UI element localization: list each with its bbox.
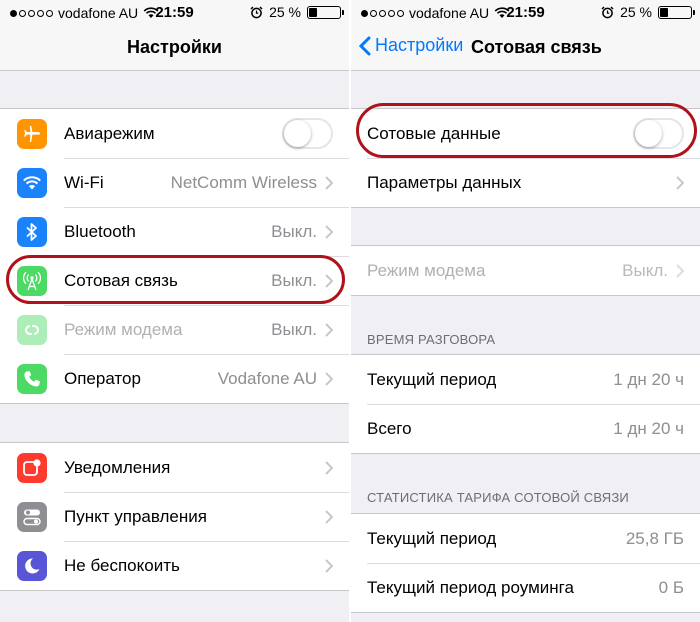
cellular-data-label: Сотовые данные (367, 123, 501, 143)
chevron-right-icon (676, 175, 684, 190)
chevron-right-icon (325, 175, 333, 190)
moon-icon (17, 550, 47, 581)
airplane-icon (17, 118, 47, 149)
page-title: Сотовая связь (471, 37, 602, 57)
stats-current-label: Текущий период (367, 528, 497, 548)
chevron-right-icon (325, 558, 333, 573)
wifi-row[interactable]: Wi-Fi NetComm Wireless (0, 158, 349, 207)
hotspot-row: Режим модема Выкл. (351, 246, 700, 295)
total-value: 1 дн 20 ч (613, 418, 684, 438)
stats-header: СТАТИСТИКА ТАРИФА СОТОВОЙ СВЯЗИ (367, 490, 629, 505)
cellular-data-row: Сотовые данные (351, 109, 700, 158)
do-not-disturb-row[interactable]: Не беспокоить (0, 541, 349, 590)
cellular-row[interactable]: Сотовая связь Выкл. (0, 256, 349, 305)
bluetooth-icon (17, 216, 47, 247)
notifications-icon (17, 452, 47, 483)
call-time-header: ВРЕМЯ РАЗГОВОРА (367, 332, 496, 347)
total-label: Всего (367, 418, 412, 438)
hotspot-group: Режим модема Выкл. (351, 245, 700, 296)
wifi-label: Wi-Fi (64, 172, 104, 192)
hotspot-row: Режим модема Выкл. (0, 305, 349, 354)
do-not-disturb-label: Не беспокоить (64, 555, 180, 575)
hotspot-value: Выкл. (271, 319, 317, 339)
airplane-mode-label: Авиарежим (64, 123, 155, 143)
chevron-right-icon (325, 460, 333, 475)
bluetooth-value: Выкл. (271, 221, 317, 241)
current-period-label: Текущий период (367, 369, 497, 389)
hotspot-value: Выкл. (622, 260, 668, 280)
current-period-value: 1 дн 20 ч (613, 369, 684, 389)
data-options-row[interactable]: Параметры данных (351, 158, 700, 207)
status-bar: vodafone AU 21:59 25 % (351, 0, 700, 26)
airplane-mode-toggle[interactable] (282, 118, 333, 149)
notifications-label: Уведомления (64, 457, 171, 477)
control-center-row[interactable]: Пункт управления (0, 492, 349, 541)
hotspot-icon (17, 314, 47, 345)
battery-percent: 25 % (620, 4, 652, 20)
alarm-icon (601, 5, 614, 18)
airplane-mode-row: Авиарежим (0, 109, 349, 158)
battery-percent: 25 % (269, 4, 301, 20)
wifi-value: NetComm Wireless (170, 172, 317, 192)
stats-roaming-row: Текущий период роуминга 0 Б (351, 563, 700, 612)
total-row: Всего 1 дн 20 ч (351, 404, 700, 453)
stats-roaming-label: Текущий период роуминга (367, 577, 574, 597)
stats-current-row: Текущий период 25,8 ГБ (351, 514, 700, 563)
chevron-right-icon (325, 509, 333, 524)
chevron-right-icon (325, 273, 333, 288)
cellular-data-group: Сотовые данные Параметры данных (351, 108, 700, 208)
carrier-row[interactable]: Оператор Vodafone AU (0, 354, 349, 403)
chevron-right-icon (676, 263, 684, 278)
status-bar: vodafone AU 21:59 25 % (0, 0, 349, 26)
bluetooth-row[interactable]: Bluetooth Выкл. (0, 207, 349, 256)
alarm-icon (250, 5, 263, 18)
cellular-icon (17, 265, 47, 296)
back-button[interactable]: Настройки (359, 35, 463, 56)
settings-panel: vodafone AU 21:59 25 % Настройки Авиареж… (0, 0, 349, 622)
settings-group-system: Уведомления Пункт управления Не беспокои… (0, 442, 349, 591)
nav-bar: Настройки (0, 26, 349, 71)
control-center-icon (17, 501, 47, 532)
battery-info: 25 % (601, 4, 695, 20)
call-time-group: Текущий период 1 дн 20 ч Всего 1 дн 20 ч (351, 354, 700, 454)
cellular-data-toggle[interactable] (633, 118, 684, 149)
carrier-value: Vodafone AU (217, 368, 317, 388)
cellular-panel: vodafone AU 21:59 25 % Настройки Сотовая… (351, 0, 700, 622)
page-title: Настройки (127, 37, 222, 57)
stats-current-value: 25,8 ГБ (625, 528, 684, 548)
cellular-value: Выкл. (271, 270, 317, 290)
chevron-right-icon (325, 371, 333, 386)
hotspot-label: Режим модема (64, 319, 183, 339)
control-center-label: Пункт управления (64, 506, 207, 526)
current-period-row: Текущий период 1 дн 20 ч (351, 355, 700, 404)
hotspot-label: Режим модема (367, 260, 486, 280)
phone-icon (17, 363, 47, 394)
stats-roaming-value: 0 Б (658, 577, 684, 597)
chevron-right-icon (325, 322, 333, 337)
nav-bar: Настройки Сотовая связь (351, 26, 700, 71)
chevron-left-icon (359, 36, 371, 55)
battery-icon (307, 5, 344, 19)
battery-info: 25 % (250, 4, 344, 20)
battery-icon (658, 5, 695, 19)
notifications-row[interactable]: Уведомления (0, 443, 349, 492)
carrier-label: Оператор (64, 368, 141, 388)
wifi-icon (17, 167, 47, 198)
cellular-label: Сотовая связь (64, 270, 178, 290)
settings-group-connectivity: Авиарежим Wi-Fi NetComm Wireless Bluetoo… (0, 108, 349, 404)
bluetooth-label: Bluetooth (64, 221, 136, 241)
chevron-right-icon (325, 224, 333, 239)
stats-group: Текущий период 25,8 ГБ Текущий период ро… (351, 513, 700, 613)
data-options-label: Параметры данных (367, 172, 522, 192)
back-label: Настройки (375, 35, 464, 55)
